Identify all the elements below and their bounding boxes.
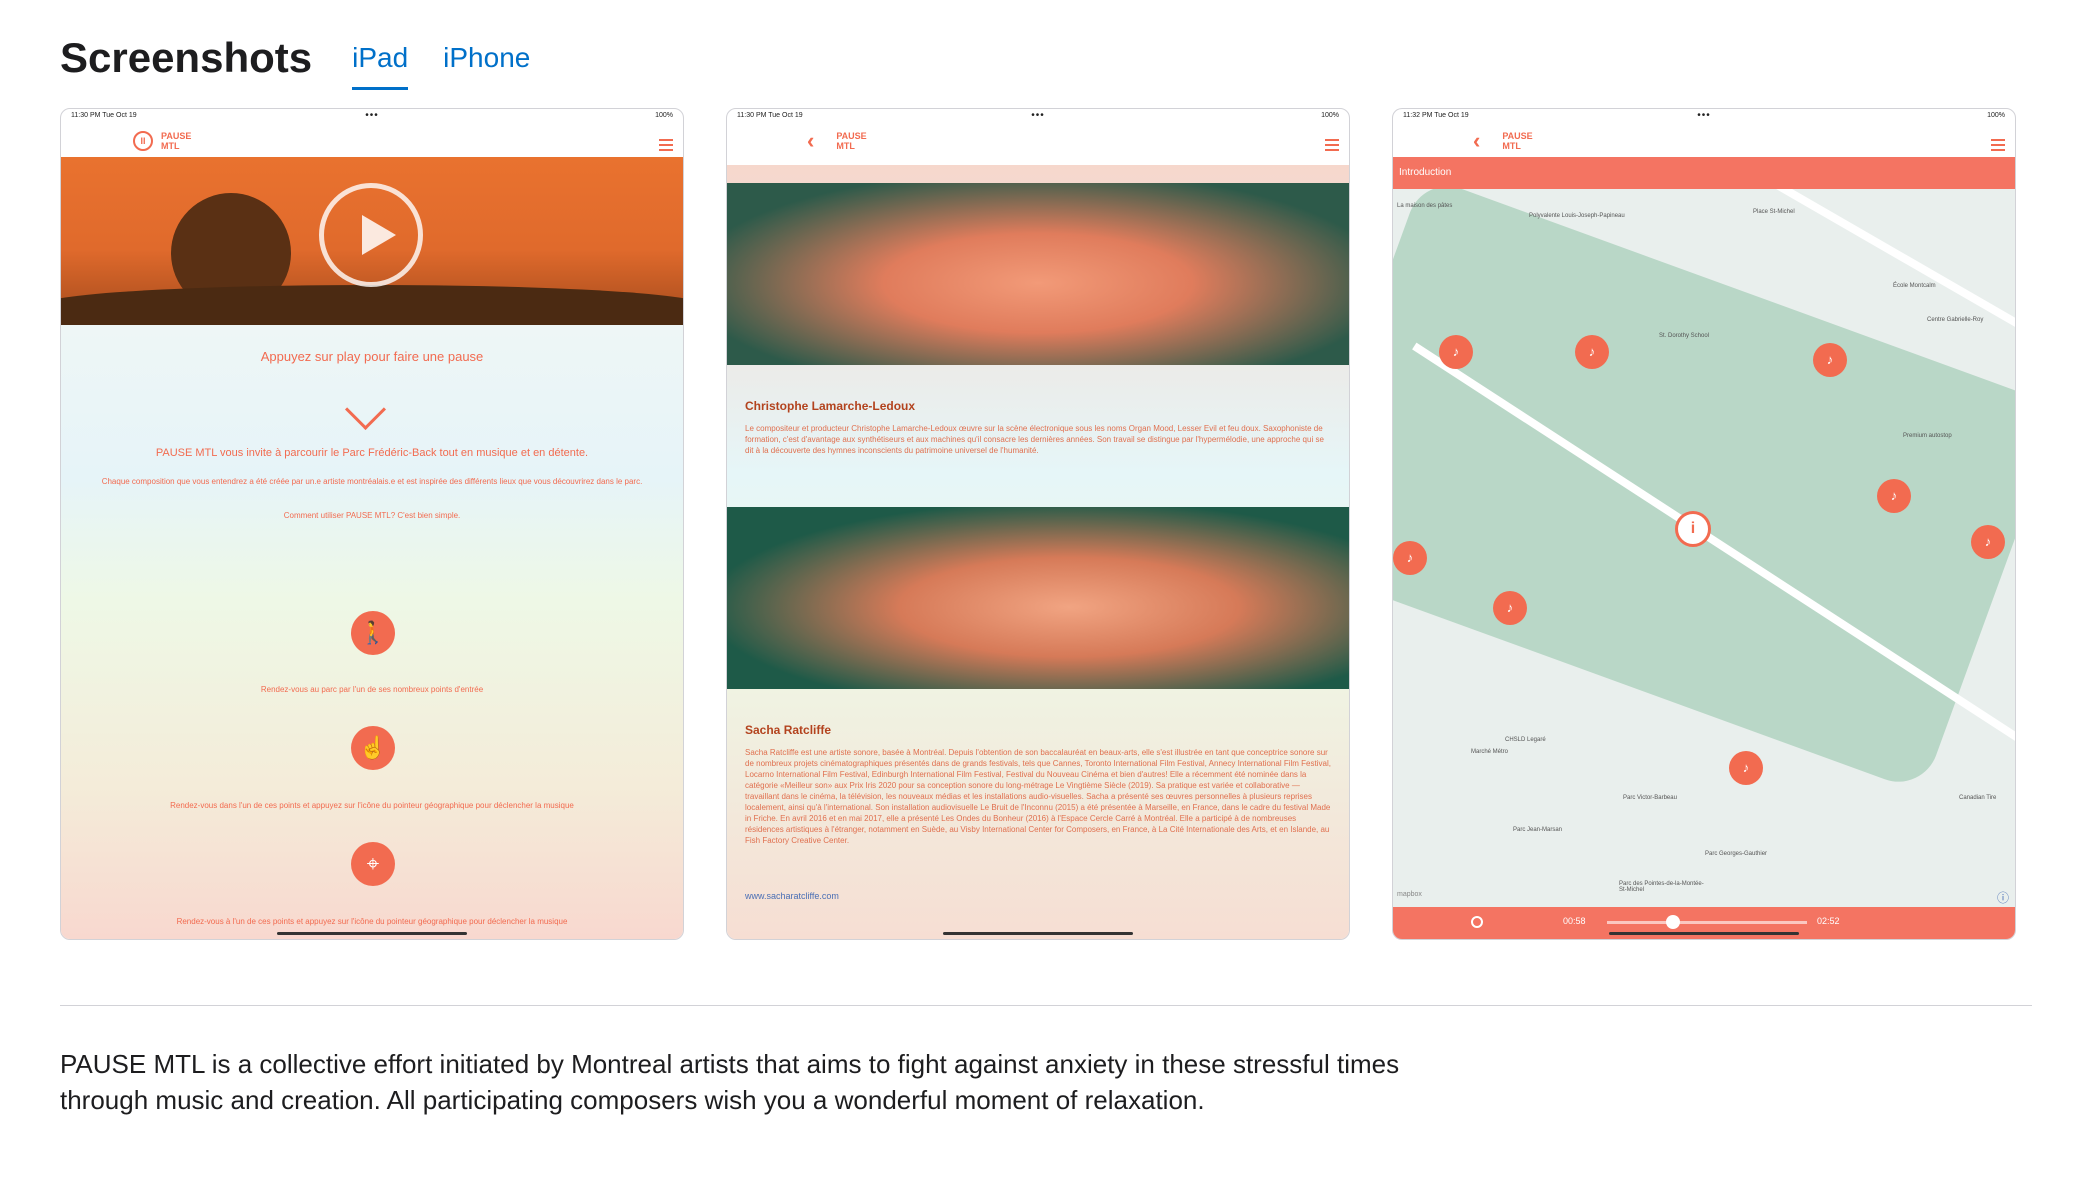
logo-line-1: PAUSE: [1502, 131, 1533, 141]
hamburger-menu-icon[interactable]: [659, 139, 673, 154]
artist-1-bio: Le compositeur et producteur Christophe …: [745, 424, 1324, 455]
screenshot-gallery: 11:30 PM Tue Oct 19 ••• 100% II PAUSE MTL…: [60, 108, 2020, 942]
logo-line-2: MTL: [836, 141, 855, 151]
pause-mtl-logo: ‹ PAUSE MTL: [1473, 130, 1533, 152]
hero-hill: [61, 285, 683, 325]
home-indicator: [1609, 932, 1799, 935]
mapbox-attribution: mapbox: [1397, 891, 1422, 898]
screenshot-2[interactable]: 11:30 PM Tue Oct 19 ••• 100% ‹ PAUSE MTL …: [726, 108, 1350, 940]
artist-1-name: Christophe Lamarche-Ledoux: [745, 399, 916, 413]
map-label: Canadian Tire: [1959, 795, 1997, 801]
multitask-dots-icon: •••: [1031, 110, 1045, 121]
tab-iphone[interactable]: iPhone: [443, 32, 530, 84]
invite-text: PAUSE MTL vous invite à parcourir le Par…: [155, 447, 589, 459]
info-icon[interactable]: i: [1675, 511, 1711, 547]
map-label: Parc Victor-Barbeau: [1623, 795, 1677, 801]
logo-line-1: PAUSE: [161, 131, 192, 141]
map-label: Polyvalente Louis-Joseph-Papineau: [1529, 213, 1625, 219]
screenshot-3[interactable]: 11:32 PM Tue Oct 19 ••• 100% ‹ PAUSE MTL …: [1392, 108, 2016, 940]
map-pin-icon: ⌖: [351, 842, 395, 886]
logo-line-1: PAUSE: [836, 131, 867, 141]
section-title: Screenshots: [60, 34, 313, 81]
tab-ipad[interactable]: iPad: [352, 32, 409, 90]
map-label: CHSLD Legaré: [1505, 737, 1546, 743]
logo-line-2: MTL: [1502, 141, 1521, 151]
logo-line-2: MTL: [161, 141, 180, 151]
step-3-text: Rendez-vous à l'un de ces points et appu…: [176, 917, 568, 926]
artist-website-link[interactable]: www.sacharatcliffe.com: [745, 891, 839, 901]
map-pin-icon[interactable]: ♪: [1493, 591, 1527, 625]
map-pin-icon[interactable]: ♪: [1575, 335, 1609, 369]
status-bar: 11:30 PM Tue Oct 19 ••• 100%: [727, 109, 1349, 125]
map-label: École Montcalm: [1893, 283, 1936, 289]
step-1-text: Rendez-vous au parc par l'un de ses nomb…: [260, 685, 484, 694]
pause-mtl-logo: II PAUSE MTL: [133, 131, 191, 151]
app-description: PAUSE MTL is a collective effort initiat…: [60, 1049, 1400, 1115]
map-pin-icon[interactable]: ♪: [1971, 525, 2005, 559]
map-label: Place St-Michel: [1753, 209, 1795, 215]
map-label: Parc Georges-Gauthier: [1705, 851, 1768, 857]
time-elapsed: 00:58: [1563, 916, 1586, 926]
status-bar: 11:30 PM Tue Oct 19 ••• 100%: [61, 109, 683, 125]
hamburger-menu-icon[interactable]: [1325, 139, 1339, 154]
artist-2-bio: Sacha Ratcliffe est une artiste sonore, …: [745, 748, 1331, 845]
map-label: La maison des pâtes: [1397, 203, 1453, 209]
battery-level: 100%: [1987, 112, 2005, 119]
play-icon[interactable]: [319, 183, 423, 287]
step-2-text: Rendez-vous dans l'un de ces points et a…: [170, 801, 574, 810]
artist-1-photo: [727, 183, 1349, 365]
tap-hand-icon: ☝: [351, 726, 395, 770]
artist-2-photo: [727, 507, 1349, 689]
section-divider: [60, 1005, 2032, 1006]
map-label: St. Dorothy School: [1659, 333, 1710, 339]
battery-level: 100%: [1321, 112, 1339, 119]
composition-text: Chaque composition que vous entendrez a …: [101, 477, 643, 486]
map-pin-icon[interactable]: ♪: [1393, 541, 1427, 575]
time-total: 02:52: [1817, 916, 1840, 926]
status-time: 11:30 PM Tue Oct 19: [737, 112, 803, 119]
app-navbar: ‹ PAUSE MTL: [727, 125, 1349, 165]
walking-person-icon: 🚶: [351, 611, 395, 655]
artist-2-name: Sacha Ratcliffe: [745, 723, 832, 737]
howto-text: Comment utiliser PAUSE MTL? C'est bien s…: [283, 511, 461, 520]
info-circle-icon[interactable]: ⓘ: [1997, 889, 2009, 906]
back-chevron-icon[interactable]: ‹: [807, 130, 814, 152]
status-time: 11:30 PM Tue Oct 19: [71, 112, 137, 119]
home-indicator: [277, 932, 467, 935]
tagline: Appuyez sur play pour faire une pause: [260, 349, 484, 364]
map-label: Marché Métro: [1471, 749, 1509, 755]
back-chevron-icon[interactable]: ‹: [1473, 130, 1480, 152]
introduction-bar[interactable]: Introduction: [1393, 157, 2015, 189]
map-label: Centre Gabrielle-Roy: [1927, 317, 1984, 323]
park-area: [1393, 189, 2015, 793]
status-bar: 11:32 PM Tue Oct 19 ••• 100%: [1393, 109, 2015, 125]
map-label: Premium autostop: [1903, 433, 1952, 439]
hamburger-menu-icon[interactable]: [1991, 139, 2005, 154]
map-pin-icon[interactable]: ♪: [1813, 343, 1847, 377]
park-map[interactable]: ♪ ♪ ♪ ♪ ♪ ♪ ♪ ♪ i Polyvalente Louis-Jose…: [1393, 189, 2015, 909]
multitask-dots-icon: •••: [365, 110, 379, 121]
map-pin-icon[interactable]: ♪: [1729, 751, 1763, 785]
battery-level: 100%: [655, 112, 673, 119]
progress-knob[interactable]: [1666, 915, 1680, 929]
home-indicator: [943, 932, 1133, 935]
screenshot-1[interactable]: 11:30 PM Tue Oct 19 ••• 100% II PAUSE MTL…: [60, 108, 684, 940]
progress-track[interactable]: [1607, 921, 1807, 924]
map-pin-icon[interactable]: ♪: [1877, 479, 1911, 513]
pause-mtl-logo: ‹ PAUSE MTL: [807, 130, 867, 152]
screenshots-header: Screenshots iPad iPhone: [60, 24, 565, 90]
map-label: Parc des Pointes-de-la-Montée-St-Michel: [1619, 881, 1704, 893]
pause-icon: II: [133, 131, 153, 151]
multitask-dots-icon: •••: [1697, 110, 1711, 121]
pause-button[interactable]: [1471, 916, 1483, 928]
status-time: 11:32 PM Tue Oct 19: [1403, 112, 1469, 119]
map-label: Parc Jean-Marsan: [1513, 827, 1563, 833]
map-pin-icon[interactable]: ♪: [1439, 335, 1473, 369]
